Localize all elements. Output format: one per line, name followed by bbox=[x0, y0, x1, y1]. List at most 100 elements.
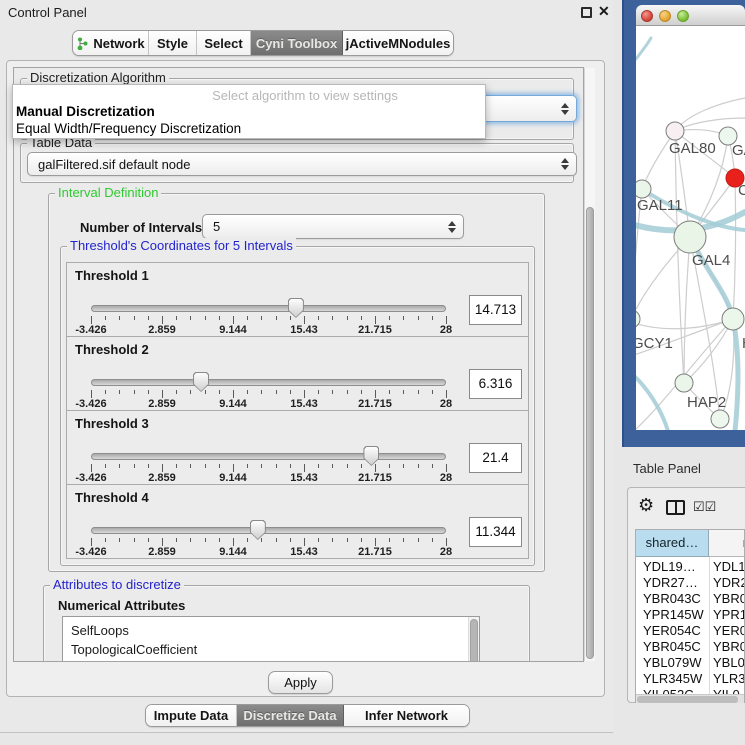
slider-track[interactable] bbox=[91, 305, 446, 312]
table-horizontal-scrollbar[interactable] bbox=[636, 694, 744, 703]
slider-tick-label: 2.859 bbox=[148, 472, 176, 484]
table-row[interactable]: YDL19…YDL1 bbox=[636, 559, 745, 575]
tab-select[interactable]: Select bbox=[197, 31, 251, 55]
column-chooser-icon[interactable] bbox=[666, 500, 685, 515]
attributes-to-discretize-group-title: Attributes to discretize bbox=[50, 577, 184, 592]
slider-tick bbox=[119, 390, 120, 394]
network-edge-highlighted bbox=[636, 373, 668, 430]
network-window-titlebar[interactable] bbox=[636, 5, 745, 26]
table-data-combo[interactable]: galFiltered.sif default node bbox=[27, 152, 577, 176]
spinner-arrows-icon[interactable] bbox=[448, 221, 456, 233]
slider-track[interactable] bbox=[91, 527, 446, 534]
attribute-list-item[interactable]: SelfLoops bbox=[63, 621, 479, 640]
slider-tick bbox=[205, 316, 206, 320]
table-row[interactable]: YDR27…YDR2 bbox=[636, 575, 745, 591]
slider-thumb[interactable] bbox=[363, 446, 379, 466]
table-row[interactable]: YPR145WYPR1 bbox=[636, 607, 745, 623]
vertical-scrollbar[interactable] bbox=[584, 68, 595, 661]
threshold-row-4: Threshold 4-3.4262.8599.14415.4321.71528… bbox=[66, 484, 529, 559]
network-edge bbox=[684, 319, 733, 383]
algorithm-option-equal-width[interactable]: Equal Width/Frequency Discretization bbox=[16, 121, 241, 136]
threshold-value-field[interactable]: 6.316 bbox=[469, 369, 522, 399]
close-icon[interactable]: ✕ bbox=[598, 3, 610, 20]
spinner-arrows-icon[interactable] bbox=[561, 103, 569, 115]
slider-tick bbox=[134, 464, 135, 468]
slider-tick bbox=[148, 464, 149, 468]
slider-tick bbox=[105, 538, 106, 542]
network-node[interactable] bbox=[711, 410, 729, 428]
cell-shared-name: YLR345W bbox=[643, 671, 702, 686]
slider-thumb[interactable] bbox=[288, 298, 304, 318]
attributes-list-scrollbar[interactable] bbox=[468, 617, 479, 662]
slider-tick bbox=[361, 538, 362, 542]
network-node-gal4[interactable] bbox=[674, 221, 706, 253]
float-icon[interactable] bbox=[581, 7, 592, 18]
attribute-list-item[interactable]: TopologicalCoefficient bbox=[63, 640, 479, 659]
table-row[interactable]: YER054CYER0 bbox=[636, 623, 745, 639]
attribute-list-item[interactable]: BetweennessCentrality bbox=[63, 659, 479, 662]
network-node-gcy1[interactable] bbox=[636, 310, 640, 328]
slider-track[interactable] bbox=[91, 453, 446, 460]
attributes-list-scrollbar-thumb[interactable] bbox=[470, 619, 478, 662]
zoom-traffic-light[interactable] bbox=[677, 10, 689, 22]
vertical-scrollbar-thumb[interactable] bbox=[586, 207, 594, 659]
spinner-arrows-icon[interactable] bbox=[561, 158, 569, 170]
slider-tick bbox=[105, 390, 106, 394]
slider-tick bbox=[134, 316, 135, 320]
slider-thumb[interactable] bbox=[193, 372, 209, 392]
algorithm-popup-hint: Select algorithm to view settings bbox=[123, 88, 486, 103]
table-panel-title: Table Panel bbox=[633, 461, 701, 476]
tab-jactivemnodules[interactable]: jActiveMNodules bbox=[343, 31, 453, 55]
algorithm-option-manual[interactable]: Manual Discretization bbox=[16, 104, 155, 119]
tab-discretize-data[interactable]: Discretize Data bbox=[237, 705, 344, 726]
slider-tick bbox=[233, 464, 234, 472]
table-row[interactable]: YBR043CYBR0 bbox=[636, 591, 745, 607]
select-columns-checkbox-icons[interactable]: ☑☑ bbox=[693, 499, 716, 515]
tab-cyni-toolbox[interactable]: Cyni Toolbox bbox=[251, 31, 343, 55]
slider-track[interactable] bbox=[91, 379, 446, 386]
network-node-hap2[interactable] bbox=[675, 374, 693, 392]
apply-button[interactable]: Apply bbox=[268, 671, 333, 694]
threshold-slider-3[interactable]: -3.4262.8599.14415.4321.71528 bbox=[91, 449, 446, 485]
threshold-slider-4[interactable]: -3.4262.8599.14415.4321.71528 bbox=[91, 523, 446, 559]
threshold-slider-1[interactable]: -3.4262.8599.14415.4321.71528 bbox=[91, 301, 446, 337]
slider-tick bbox=[105, 316, 106, 320]
tab-style[interactable]: Style bbox=[149, 31, 197, 55]
network-node-gal11[interactable] bbox=[636, 180, 651, 198]
tab-infer-network[interactable]: Infer Network bbox=[344, 705, 469, 726]
table-row[interactable]: YLR345W YLR3 bbox=[636, 671, 745, 687]
numerical-attributes-label: Numerical Attributes bbox=[58, 598, 185, 613]
close-traffic-light[interactable] bbox=[641, 10, 653, 22]
threshold-value-field[interactable]: 14.713 bbox=[469, 295, 522, 325]
cell-name: YLR3 bbox=[713, 671, 745, 686]
threshold-slider-2[interactable]: -3.4262.8599.14415.4321.71528 bbox=[91, 375, 446, 411]
number-of-intervals-combo[interactable]: 5 bbox=[202, 214, 464, 239]
slider-tick bbox=[418, 538, 419, 542]
slider-tick bbox=[190, 538, 191, 542]
network-node-gal80[interactable] bbox=[666, 122, 684, 140]
network-node-h[interactable] bbox=[722, 308, 744, 330]
tab-label: Cyni Toolbox bbox=[256, 36, 337, 51]
threshold-value-field[interactable]: 21.4 bbox=[469, 443, 522, 473]
column-header-name[interactable]: na bbox=[709, 530, 745, 557]
slider-tick bbox=[332, 390, 333, 394]
threshold-value-field[interactable]: 11.344 bbox=[469, 517, 522, 547]
slider-tick bbox=[148, 390, 149, 394]
cell-name: YDR2 bbox=[713, 575, 745, 590]
slider-tick bbox=[304, 464, 305, 472]
tab-network[interactable]: Network bbox=[73, 31, 149, 55]
slider-tick-label: 21.715 bbox=[358, 324, 392, 336]
network-canvas[interactable]: GAL80GACGAL11GAL4GCY1HHAP2 bbox=[636, 26, 745, 430]
minimize-traffic-light[interactable] bbox=[659, 10, 671, 22]
slider-thumb[interactable] bbox=[250, 520, 266, 540]
slider-tick-label: 28 bbox=[440, 324, 452, 336]
slider-tick bbox=[361, 464, 362, 468]
tab-impute-data[interactable]: Impute Data bbox=[146, 705, 237, 726]
slider-tick-label: -3.426 bbox=[75, 324, 106, 336]
table-row[interactable]: YBL079WYBL0 bbox=[636, 655, 745, 671]
network-edge-highlighted bbox=[636, 38, 651, 59]
column-header-shared-name[interactable]: shared… bbox=[636, 530, 709, 557]
table-row[interactable]: YBR045CYBR0 bbox=[636, 639, 745, 655]
table-hscrollbar-thumb[interactable] bbox=[637, 696, 738, 703]
gear-icon[interactable]: ⚙ bbox=[638, 495, 654, 516]
